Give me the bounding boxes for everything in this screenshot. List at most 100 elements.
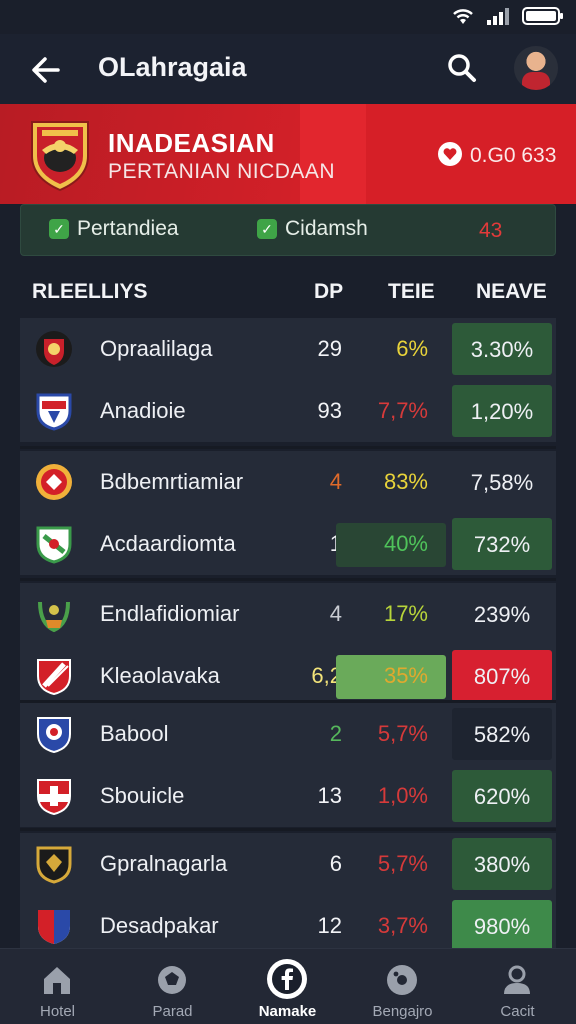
page-title: OLahragaia	[98, 52, 247, 82]
tab-pertandiea[interactable]: ✓ Pertandiea	[49, 217, 179, 241]
nav-item-hotel[interactable]: Hotel	[0, 949, 115, 1024]
neave-value: 807%	[452, 650, 552, 702]
status-icons	[450, 6, 564, 26]
team-name: Opraalilaga	[100, 336, 213, 361]
table-row[interactable]: Sbouicle 13 1,0% 620%	[20, 765, 556, 827]
avatar[interactable]	[514, 46, 558, 90]
group-divider	[20, 700, 556, 703]
signal-icon	[487, 8, 509, 25]
filter-tabs: ✓ Pertandiea ✓ Cidamsh 43	[20, 204, 556, 256]
column-header-teie[interactable]: TEIE	[388, 280, 435, 304]
table-row[interactable]: Kleaolavaka 6,2 35% 807%	[20, 645, 556, 707]
nav-item-parad[interactable]: Parad	[115, 949, 230, 1024]
banner-stat: 0.G0 633	[470, 144, 557, 167]
tab-label: Cidamsh	[285, 217, 368, 240]
team-logo-icon	[38, 910, 70, 944]
team-logo-icon	[37, 717, 71, 754]
nav-item-bengajro[interactable]: Bengajro	[345, 949, 460, 1024]
team-name: Gpralnagarla	[100, 851, 228, 876]
tab-count-badge: 43	[479, 219, 503, 242]
neave-value: 7,58%	[470, 470, 534, 495]
nav-item-cacit[interactable]: Cacit	[460, 949, 575, 1024]
bottom-nav: Hotel Parad Namake Bengajro Cacit	[0, 948, 576, 1024]
neave-value: 582%	[452, 708, 552, 760]
table-row[interactable]: Acdaardiomta 140%732%	[20, 513, 556, 575]
team-logo-icon	[37, 779, 71, 816]
heart-icon[interactable]	[438, 142, 462, 166]
team-logo-icon	[36, 526, 72, 564]
dp-value: 13	[317, 783, 342, 808]
team-logo-icon	[38, 601, 70, 633]
neave-value: 3.30%	[452, 323, 552, 375]
team-name: Babool	[100, 721, 169, 746]
table-row[interactable]: Bdbemrtiamiar 4 83% 7,58%	[20, 451, 556, 513]
neave-value: 1,20%	[452, 385, 552, 437]
dp-value: 29	[317, 336, 342, 361]
team-logo-icon	[36, 331, 72, 367]
banner-title: INADEASIAN	[108, 128, 275, 158]
table-row[interactable]: Gpralnagarla 6 5,7% 380%	[20, 833, 556, 895]
team-name: Acdaardiomta	[100, 531, 236, 556]
teie-value: 7,7%	[377, 398, 428, 423]
nav-label: Cacit	[500, 1003, 535, 1020]
team-name: Sbouicle	[100, 783, 185, 808]
dp-value: 93	[317, 398, 342, 423]
neave-value: 239%	[473, 602, 531, 627]
banner-subtitle: PERTANIAN NICDAAN	[108, 160, 336, 183]
group-divider	[20, 578, 556, 581]
group-divider	[20, 828, 556, 831]
nav-label: Bengajro	[372, 1003, 433, 1020]
teie-value: 1,0%	[377, 783, 428, 808]
back-arrow-icon[interactable]	[28, 52, 64, 88]
teie-value: 17%	[383, 601, 428, 626]
team-name: Desadpakar	[100, 913, 219, 938]
team-logo-icon	[36, 464, 72, 500]
neave-value: 620%	[452, 770, 552, 822]
check-icon: ✓	[257, 219, 277, 239]
neave-value: 380%	[452, 838, 552, 890]
dp-value: 6,2	[311, 663, 342, 688]
team-name: Endlafidiomiar	[100, 601, 240, 626]
column-header-name[interactable]: RLEELLIYS	[32, 280, 148, 304]
teie-value: 5,7%	[377, 851, 428, 876]
neave-value: 980%	[452, 900, 552, 952]
nav-item-namake[interactable]: Namake	[230, 949, 345, 1024]
nav-label: Parad	[152, 1003, 193, 1020]
person-icon	[504, 965, 530, 994]
facebook-icon	[272, 964, 302, 994]
check-icon: ✓	[49, 219, 69, 239]
table-row[interactable]: Babool 2 5,7% 582%	[20, 703, 556, 765]
team-logo-icon	[36, 846, 72, 884]
garuda-crest-icon	[31, 121, 89, 192]
home-icon	[44, 967, 70, 994]
app-bar: OLahragaia	[0, 34, 576, 104]
teie-value: 3,7%	[377, 913, 428, 938]
dp-value: 6	[329, 851, 342, 876]
table-row[interactable]: Opraalilaga 29 6% 3.30%	[20, 318, 556, 380]
teie-value: 5,7%	[377, 721, 428, 746]
tab-label: Pertandiea	[77, 217, 179, 240]
team-name: Bdbemrtiamiar	[100, 469, 244, 494]
record-icon	[387, 965, 417, 995]
column-header-dp[interactable]: DP	[314, 280, 343, 304]
table-row[interactable]: Anadioie 93 7,7% 1,20%	[20, 380, 556, 442]
teie-value: 40%	[336, 523, 446, 567]
teie-value: 35%	[336, 655, 446, 699]
table-row[interactable]: Endlafidiomiar 4 17% 239%	[20, 583, 556, 645]
teie-value: 83%	[383, 469, 428, 494]
team-logo-icon	[36, 393, 72, 431]
teie-value: 6%	[396, 336, 428, 361]
ball-icon	[158, 966, 186, 994]
team-name: Kleaolavaka	[100, 663, 220, 688]
wifi-icon	[453, 9, 473, 24]
group-divider	[20, 446, 556, 449]
battery-icon	[522, 7, 563, 25]
dp-value: 4	[329, 469, 342, 494]
status-bar	[0, 0, 576, 34]
search-icon[interactable]	[444, 50, 480, 86]
dp-value: 2	[329, 721, 342, 746]
column-header-neave[interactable]: NEAVE	[476, 280, 547, 304]
tab-cidamsh[interactable]: ✓ Cidamsh	[257, 217, 368, 241]
dp-value: 1	[280, 531, 342, 557]
nav-label: Hotel	[39, 1003, 76, 1020]
